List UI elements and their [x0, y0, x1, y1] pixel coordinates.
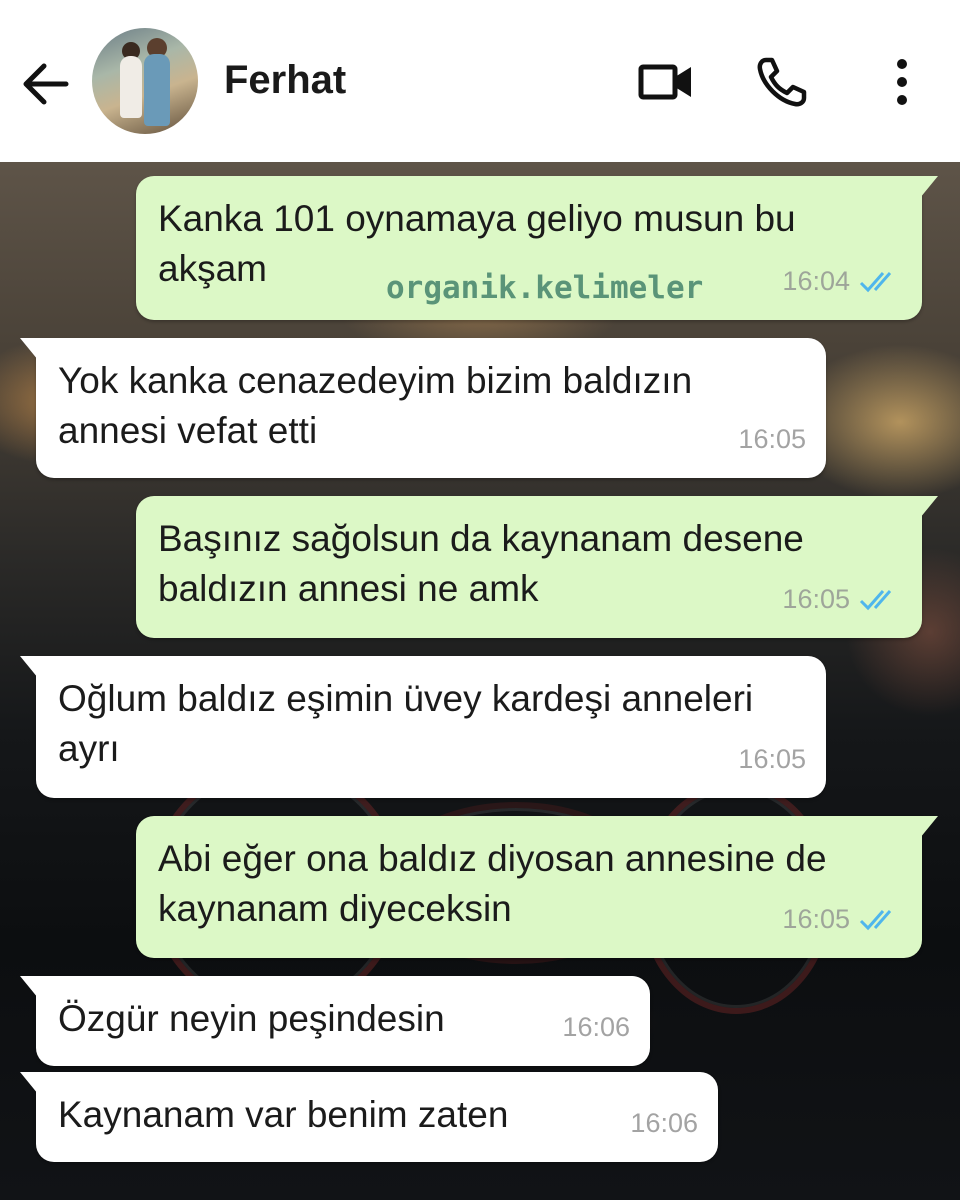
contact-avatar[interactable]: [92, 28, 198, 134]
message-text: Oğlum baldız eşimin üvey kardeşi anneler…: [58, 678, 754, 769]
message-time: 16:06: [630, 1108, 698, 1138]
voice-call-button[interactable]: [752, 52, 812, 112]
message-time: 16:05: [782, 904, 850, 934]
message-bubble-incoming[interactable]: Özgür neyin peşindesin 16:06: [20, 976, 650, 1066]
back-arrow-icon: [23, 63, 69, 105]
message-meta: 16:05: [738, 414, 806, 464]
message-time: 16:05: [738, 424, 806, 454]
watermark: organik.kelimeler: [386, 270, 704, 306]
read-receipt-icon: [859, 272, 892, 293]
back-button[interactable]: [18, 56, 74, 112]
message-meta: 16:06: [562, 1002, 630, 1052]
message-meta: 16:05: [782, 894, 902, 944]
message-bubble-outgoing[interactable]: Başınız sağolsun da kaynanam desene bald…: [136, 496, 938, 638]
read-receipt-icon: [859, 910, 892, 931]
message-meta: 16:04: [782, 256, 902, 306]
message-time: 16:05: [738, 744, 806, 774]
read-receipt-icon: [859, 590, 892, 611]
message-text: Abi eğer ona baldız diyosan annesine de …: [158, 838, 827, 929]
more-vert-icon: [897, 59, 907, 105]
message-text: Yok kanka cenazedeyim bizim baldızın ann…: [58, 360, 693, 451]
message-bubble-incoming[interactable]: Oğlum baldız eşimin üvey kardeşi anneler…: [20, 656, 826, 798]
message-bubble-incoming[interactable]: Yok kanka cenazedeyim bizim baldızın ann…: [20, 338, 826, 478]
chat-header: Ferhat: [0, 0, 960, 162]
message-time: 16:04: [782, 266, 850, 296]
contact-name[interactable]: Ferhat: [224, 58, 346, 103]
message-bubble-outgoing[interactable]: Abi eğer ona baldız diyosan annesine de …: [136, 816, 938, 958]
chat-area[interactable]: Kanka 101 oynamaya geliyo musun bu akşam…: [0, 162, 960, 1200]
message-meta: 16:05: [738, 734, 806, 784]
more-options-button[interactable]: [872, 52, 932, 112]
message-bubble-incoming[interactable]: Kaynanam var benim zaten 16:06: [20, 1072, 718, 1162]
message-meta: 16:06: [630, 1098, 698, 1148]
message-text: Kaynanam var benim zaten: [58, 1094, 509, 1135]
video-call-icon: [638, 64, 691, 100]
message-meta: 16:05: [782, 574, 902, 624]
message-text: Başınız sağolsun da kaynanam desene bald…: [158, 518, 804, 609]
phone-icon: [757, 57, 807, 107]
message-time: 16:05: [782, 584, 850, 614]
message-time: 16:06: [562, 1012, 630, 1042]
video-call-button[interactable]: [636, 52, 696, 112]
message-text: Özgür neyin peşindesin: [58, 998, 445, 1039]
